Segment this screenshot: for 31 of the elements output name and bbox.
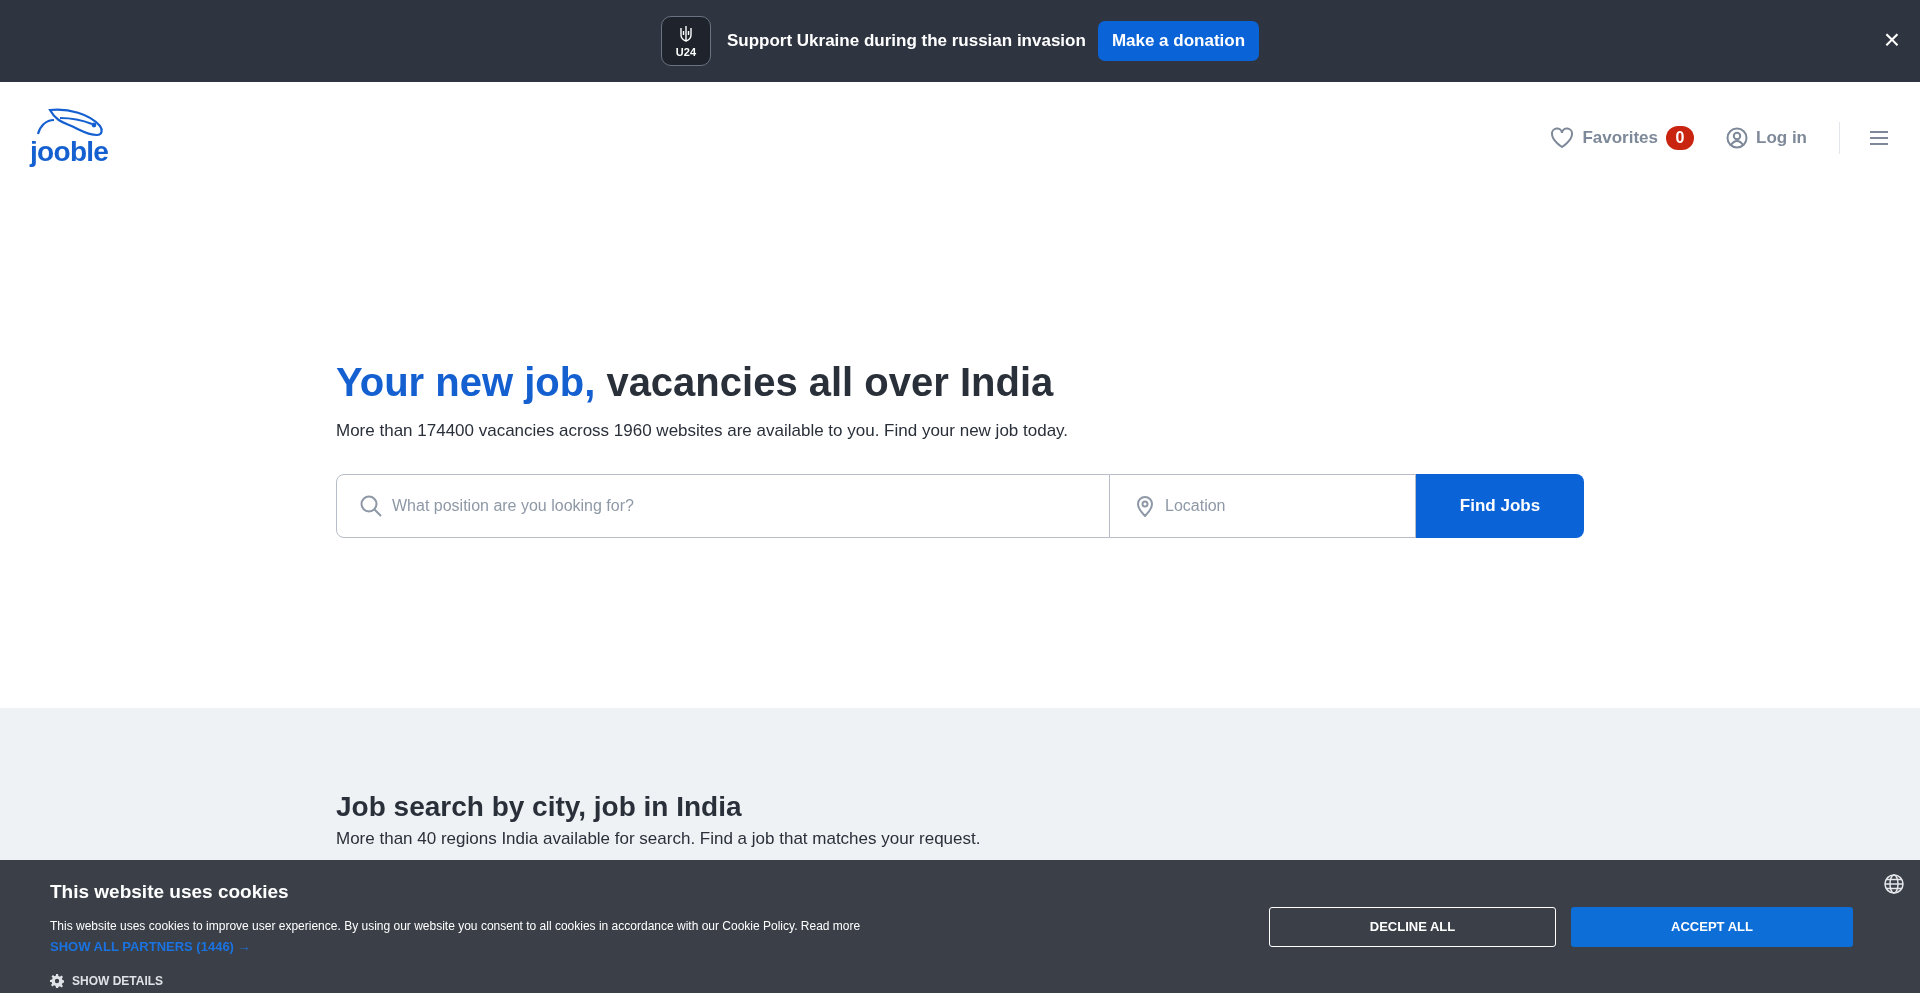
location-field[interactable]: Location	[1110, 473, 1416, 538]
position-search-field[interactable]: What position are you looking for?	[336, 473, 1110, 538]
cities-title: Job search by city, job in India	[336, 790, 743, 824]
show-details-button[interactable]: SHOW DETAILS	[50, 972, 164, 990]
login-link[interactable]: Log in	[1726, 125, 1807, 151]
menu-button[interactable]	[1870, 131, 1890, 145]
search-icon	[360, 494, 382, 517]
cookie-text: This website uses cookies to improve user experience. By using our website you consent to all cookies in accordance with our Cookie Policy. Read more	[50, 917, 861, 935]
trident-icon	[678, 24, 693, 43]
language-globe-icon[interactable]	[1884, 874, 1904, 894]
hero-subtitle: More than 174400 vacancies across 1960 websites are available to you. Find your new job today.	[336, 420, 1070, 442]
logo-wordmark: jooble	[30, 138, 109, 166]
u24-badge-text: U24	[675, 46, 696, 58]
decline-all-button[interactable]: DECLINE ALL	[1269, 907, 1556, 947]
cookie-title: This website uses cookies	[50, 880, 289, 904]
heart-icon	[1550, 127, 1575, 149]
jooble-logo[interactable]: jooble	[30, 104, 114, 166]
close-button[interactable]: ×	[1883, 26, 1900, 54]
read-more-link[interactable]: Read more	[800, 918, 861, 933]
favorites-link[interactable]: Favorites	[1550, 125, 1658, 151]
accept-all-button[interactable]: ACCEPT ALL	[1571, 907, 1853, 947]
menu-icon	[1870, 131, 1888, 145]
find-jobs-button[interactable]: Find Jobs	[1416, 473, 1584, 538]
user-icon	[1726, 127, 1748, 149]
donation-button[interactable]: Make a donation	[1097, 21, 1260, 61]
hero-title: Your new job, vacancies all over India	[336, 359, 1055, 406]
gear-icon	[50, 974, 64, 988]
banner-message: Support Ukraine during the russian invasion	[726, 30, 1086, 53]
favorites-count-badge: 0	[1666, 126, 1694, 150]
cities-subtitle: More than 40 regions India available for search. Find a job that matches your request.	[336, 828, 982, 850]
location-pin-icon	[1136, 494, 1154, 517]
